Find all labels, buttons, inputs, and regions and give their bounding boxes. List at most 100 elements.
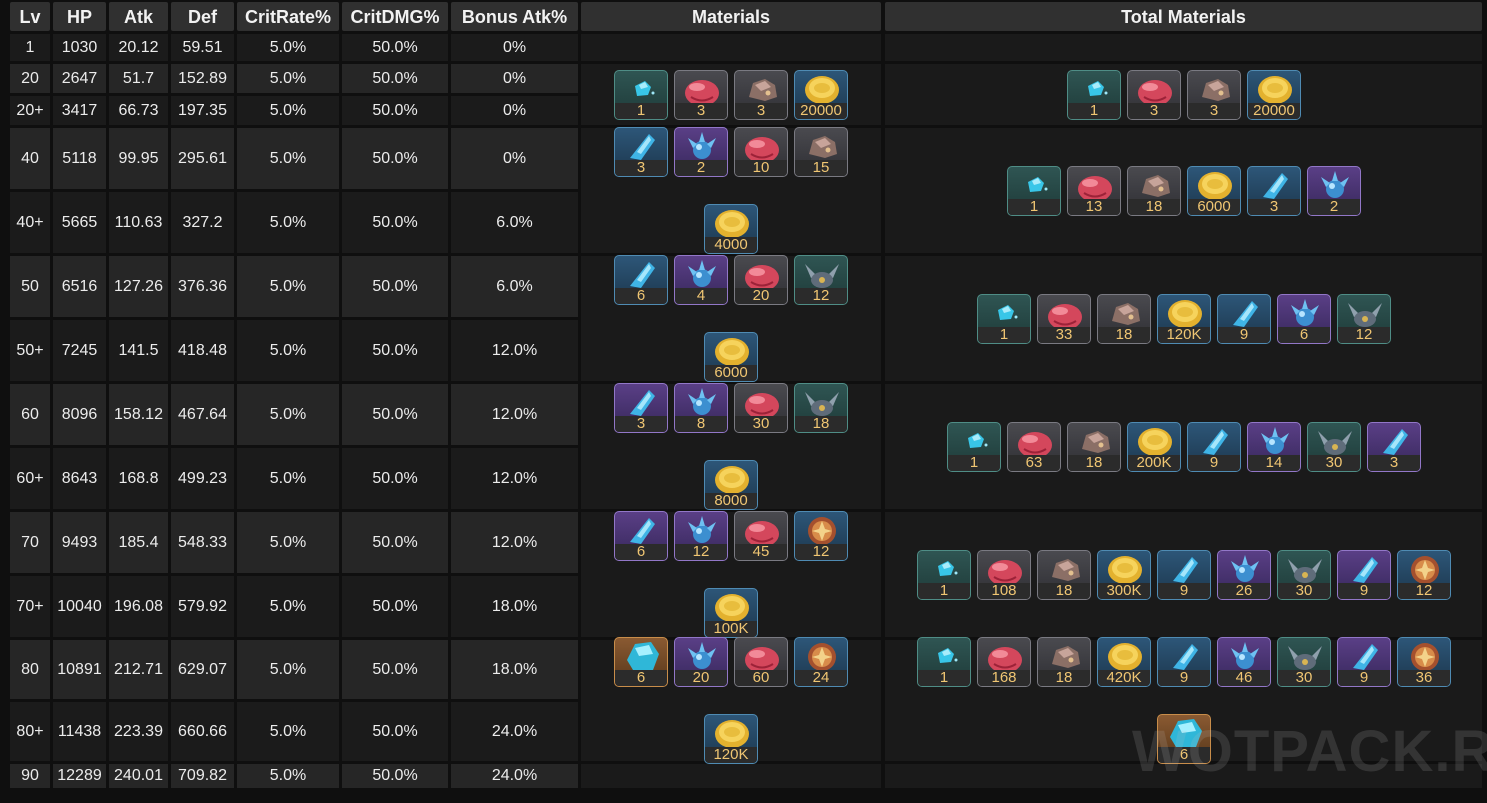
gold-coin-icon [1098,551,1150,585]
stat-cell-crit-rate: 5.0% [237,640,339,699]
header-bonus-atk: Bonus Atk% [451,2,578,31]
stat-cell-crit-dmg: 50.0% [342,128,448,189]
crystal-shard-material: 9 [1157,550,1211,600]
material-count: 13 [1068,199,1120,215]
red-fruit-icon [735,128,787,163]
stat-cell-crit-rate: 5.0% [237,192,339,253]
stat-cell-atk: 223.39 [109,702,168,761]
material-count: 15 [795,160,847,176]
red-fruit-material: 3 [1127,70,1181,120]
red-fruit-material: 13 [1067,166,1121,216]
spiked-orb-icon [675,638,727,672]
ornate-relic-icon [795,638,847,672]
ornate-relic-icon [1398,551,1450,585]
ore-chunk-material: 3 [1187,70,1241,120]
stat-cell-lv: 50 [10,256,50,317]
small-crystal-material: 1 [947,422,1001,472]
gold-coin-icon [705,333,757,367]
gold-coin-icon [705,205,757,239]
spiked-orb-material: 6 [1277,294,1331,344]
total-materials-panel-empty [885,34,1482,61]
stat-cell-crit-dmg: 50.0% [342,384,448,445]
material-count: 3 [1128,103,1180,119]
material-count: 20000 [1248,103,1300,119]
red-fruit-material: 20 [734,255,788,305]
material-count: 10 [735,160,787,176]
horned-relic-icon [1278,638,1330,672]
red-fruit-material: 10 [734,127,788,177]
stat-cell-def: 499.23 [171,448,234,509]
stat-cell-hp: 9493 [53,512,106,573]
materials-panel-empty [581,34,881,61]
large-crystal-material: 6 [614,637,668,687]
material-count: 300K [1098,583,1150,599]
stat-cell-atk: 168.8 [109,448,168,509]
red-fruit-icon [735,638,787,673]
red-fruit-icon [1038,295,1090,330]
stat-cell-bonus-atk: 24.0% [451,764,578,788]
stat-cell-hp: 5665 [53,192,106,253]
stat-cell-crit-rate: 5.0% [237,576,339,637]
small-crystal-icon [1008,167,1060,201]
material-count: 18 [1068,455,1120,471]
horned-relic-material: 12 [794,255,848,305]
stat-cell-crit-dmg: 50.0% [342,96,448,125]
material-count: 168 [978,670,1030,686]
stat-cell-crit-rate: 5.0% [237,96,339,125]
red-fruit-icon [675,71,727,106]
stat-cell-hp: 8643 [53,448,106,509]
stat-cell-lv: 1 [10,34,50,61]
ore-chunk-material: 3 [734,70,788,120]
crystal-shard-material: 9 [1187,422,1241,472]
red-fruit-material: 108 [977,550,1031,600]
material-count: 3 [615,160,667,176]
gold-coin-material: 20000 [1247,70,1301,120]
stat-cell-crit-rate: 5.0% [237,34,339,61]
horned-relic-icon [1338,295,1390,329]
stat-cell-bonus-atk: 0% [451,128,578,189]
stat-cell-lv: 40 [10,128,50,189]
material-count: 108 [978,583,1030,599]
stat-cell-lv: 60+ [10,448,50,509]
stat-cell-hp: 1030 [53,34,106,61]
header-crit-rate: CritRate% [237,2,339,31]
material-count: 9 [1188,455,1240,471]
stat-cell-crit-dmg: 50.0% [342,192,448,253]
material-count: 30 [735,416,787,432]
horned-relic-material: 18 [794,383,848,433]
gold-coin-material: 120K [704,714,758,764]
gold-coin-material: 420K [1097,637,1151,687]
crystal-shard-material: 6 [614,255,668,305]
horned-relic-icon [795,256,847,290]
material-count: 9 [1158,670,1210,686]
material-count: 3 [675,103,727,119]
material-count: 12 [1338,327,1390,343]
crystal-shard-material: 3 [614,383,668,433]
stat-cell-def: 295.61 [171,128,234,189]
spiked-orb-icon [1278,295,1330,329]
material-count: 30 [1278,670,1330,686]
header-hp: HP [53,2,106,31]
stat-cell-crit-rate: 5.0% [237,64,339,93]
spiked-orb-icon [1308,167,1360,201]
stat-cell-crit-rate: 5.0% [237,764,339,788]
spiked-orb-material: 20 [674,637,728,687]
small-crystal-material: 1 [614,70,668,120]
gold-coin-material: 20000 [794,70,848,120]
spiked-orb-material: 46 [1217,637,1271,687]
material-count: 30 [1308,455,1360,471]
stat-cell-crit-dmg: 50.0% [342,764,448,788]
material-count: 18 [1098,327,1150,343]
crystal-shard-material: 9 [1217,294,1271,344]
spiked-orb-material: 2 [674,127,728,177]
horned-relic-material: 30 [1307,422,1361,472]
stat-cell-lv: 70+ [10,576,50,637]
gold-coin-icon [1188,167,1240,201]
material-count: 12 [795,288,847,304]
total-materials-panel-empty [885,764,1482,788]
small-crystal-material: 1 [977,294,1031,344]
material-count: 1 [615,103,667,119]
stat-cell-hp: 11438 [53,702,106,761]
stat-cell-hp: 12289 [53,764,106,788]
stat-cell-lv: 80+ [10,702,50,761]
